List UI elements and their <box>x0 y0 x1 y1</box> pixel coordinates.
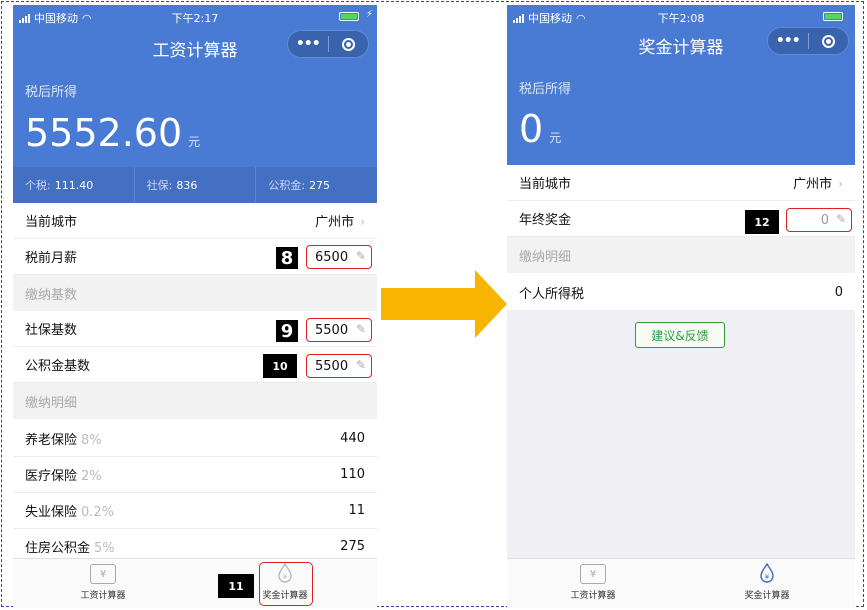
after-tax-value: 5552.60 元 <box>25 111 201 155</box>
detail-section-header: 缴纳明细 <box>13 383 377 419</box>
target-icon <box>821 34 835 48</box>
battery-icon <box>823 12 843 21</box>
after-tax-value: 0元 <box>519 107 562 151</box>
more-icon[interactable]: ••• <box>288 36 328 52</box>
header-panel: 中国移动 ◠ 下午2:08 奖金计算器 ••• 税后所得 0元 <box>507 5 855 165</box>
tab-salary[interactable]: ¥ 工资计算器 <box>533 559 653 608</box>
pencil-icon: ✎ <box>355 322 366 336</box>
status-bar: 中国移动 ◠ 下午2:17 ⚡ <box>13 5 377 27</box>
chevron-right-icon: › <box>838 177 843 191</box>
detail-section-header: 缴纳明细 <box>507 237 855 273</box>
battery-icon <box>339 12 359 21</box>
base-section-header: 缴纳基数 <box>13 275 377 311</box>
summary-fund: 公积金: 275 <box>268 178 331 193</box>
tab-bonus[interactable]: ¥ 奖金计算器 <box>707 559 827 608</box>
summary-strip: 个税: 111.40 社保: 836 公积金: 275 <box>13 167 377 203</box>
city-value: 广州市 <box>315 215 355 230</box>
detail-row: 医疗保险 2% 110 <box>13 457 377 493</box>
detail-row: 养老保险 8% 440 <box>13 421 377 457</box>
pencil-icon: ✎ <box>355 358 366 372</box>
bonus-calculator-screen: 中国移动 ◠ 下午2:08 奖金计算器 ••• 税后所得 0元 当前城市 广州市 ›… <box>507 5 855 608</box>
tab-salary[interactable]: ¥ 工资计算器 <box>43 559 163 608</box>
tab-bar: ¥ 工资计算器 ¥ 奖金计算器 <box>13 558 377 608</box>
income-tax-row: 个人所得税 0 <box>507 275 855 311</box>
charging-icon: ⚡ <box>365 9 373 20</box>
target-icon <box>341 37 355 51</box>
city-row[interactable]: 当前城市 广州市 › <box>507 165 855 201</box>
annotation-9: 9 <box>276 320 298 342</box>
yen-card-icon: ¥ <box>90 564 116 584</box>
bonus-tab-highlight <box>259 562 313 606</box>
after-tax-label: 税后所得 <box>519 82 572 97</box>
mini-program-capsule[interactable]: ••• <box>287 30 369 58</box>
city-row[interactable]: 当前城市 广州市 › <box>13 203 377 239</box>
social-base-input[interactable]: 5500 ✎ <box>306 318 372 342</box>
annotation-11: 11 <box>218 574 254 598</box>
right-arrow-icon <box>381 270 509 342</box>
yen-card-icon: ¥ <box>580 564 606 584</box>
city-value: 广州市 <box>793 177 833 192</box>
header-panel: 中国移动 ◠ 下午2:17 ⚡ 工资计算器 ••• 税后所得 5552.60 元 个… <box>13 5 377 203</box>
salary-input[interactable]: 6500 ✎ <box>306 245 372 269</box>
clock: 下午2:08 <box>657 12 705 25</box>
salary-calculator-screen: 中国移动 ◠ 下午2:17 ⚡ 工资计算器 ••• 税后所得 5552.60 元 个… <box>13 5 377 608</box>
yen-drop-icon: ¥ <box>757 562 777 584</box>
pencil-icon: ✎ <box>835 212 846 226</box>
svg-text:¥: ¥ <box>765 573 770 581</box>
more-icon[interactable]: ••• <box>768 33 808 49</box>
status-bar: 中国移动 ◠ 下午2:08 <box>507 5 855 27</box>
annotation-8: 8 <box>276 247 298 269</box>
chevron-right-icon: › <box>360 215 365 229</box>
detail-row: 失业保险 0.2% 11 <box>13 493 377 529</box>
mini-program-capsule[interactable]: ••• <box>767 27 849 55</box>
after-tax-label: 税后所得 <box>25 85 78 100</box>
annotation-12: 12 <box>745 210 779 234</box>
clock: 下午2:17 <box>171 12 219 25</box>
feedback-button[interactable]: 建议&反馈 <box>635 322 725 348</box>
close-target-button[interactable] <box>328 37 368 51</box>
close-target-button[interactable] <box>808 34 848 48</box>
annotation-10: 10 <box>263 354 297 378</box>
summary-tax: 个税: 111.40 <box>13 167 135 203</box>
pencil-icon: ✎ <box>355 249 366 263</box>
tab-bar: ¥ 工资计算器 ¥ 奖金计算器 <box>507 558 855 608</box>
fund-base-input[interactable]: 5500 ✎ <box>306 354 372 378</box>
bonus-input[interactable]: 0 ✎ <box>786 208 852 232</box>
summary-social: 社保: 836 <box>135 167 257 203</box>
content-background <box>507 311 855 558</box>
